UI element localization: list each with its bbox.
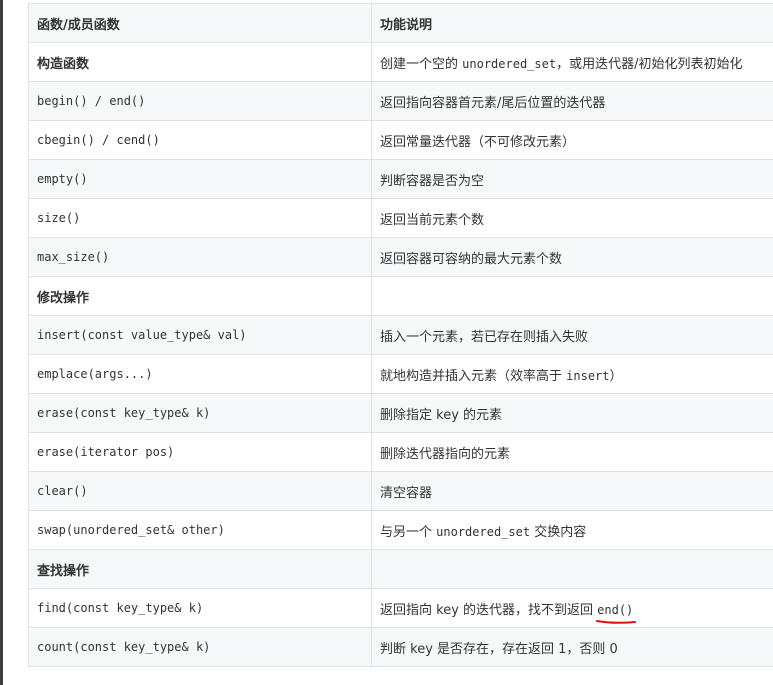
section-title: 查找操作 (28, 549, 372, 589)
description-cell (371, 276, 773, 316)
section-title: 构造函数 (28, 42, 372, 82)
description-cell: 返回常量迭代器（不可修改元素） (371, 120, 773, 160)
inline-code: end() (597, 602, 634, 617)
table-row: erase(iterator pos) 删除迭代器指向的元素 (28, 432, 773, 472)
description-text: 交换内容 (530, 524, 587, 540)
table-row: insert(const value_type& val) 插入一个元素，若已存在… (28, 315, 773, 355)
description-text: 返回指向 key 的迭代器，找不到返回 (380, 602, 598, 618)
function-cell: find(const key_type& k) (28, 588, 372, 628)
function-cell: size() (28, 198, 372, 238)
column-header-description: 功能说明 (371, 3, 773, 43)
description-text: 判断 key 是否存在，存在返回 1，否则 0 (380, 641, 618, 657)
description-cell: 删除指定 key 的元素 (371, 393, 773, 433)
description-cell: 返回当前元素个数 (371, 198, 773, 238)
function-cell: cbegin() / cend() (28, 120, 372, 160)
section-row: 构造函数 创建一个空的 unordered_set，或用迭代器/初始化列表初始化 (28, 42, 773, 82)
description-text: 返回常量迭代器（不可修改元素） (380, 134, 576, 150)
table-row: begin() / end() 返回指向容器首元素/尾后位置的迭代器 (28, 81, 773, 121)
description-cell: 与另一个 unordered_set 交换内容 (371, 510, 773, 550)
table-row: count(const key_type& k) 判断 key 是否存在，存在返回… (28, 627, 773, 667)
description-text: 插入一个元素，若已存在则插入失败 (380, 329, 589, 345)
description-text: ，或用迭代器/初始化列表初始化 (556, 56, 743, 72)
function-cell: begin() / end() (28, 81, 372, 121)
table-row: emplace(args...) 就地构造并插入元素（效率高于 insert） (28, 354, 773, 394)
column-header-function: 函数/成员函数 (28, 3, 372, 43)
description-text: 判断容器是否为空 (380, 173, 485, 189)
inline-code: unordered_set (436, 524, 531, 539)
table-body: 构造函数 创建一个空的 unordered_set，或用迭代器/初始化列表初始化 b… (28, 42, 773, 667)
table-row: clear() 清空容器 (28, 471, 773, 511)
function-cell: count(const key_type& k) (28, 627, 372, 667)
function-cell: erase(iterator pos) (28, 432, 372, 472)
description-cell: 返回指向 key 的迭代器，找不到返回 end() (371, 588, 773, 628)
description-text: 就地构造并插入元素（效率高于 (380, 368, 567, 384)
description-cell: 创建一个空的 unordered_set，或用迭代器/初始化列表初始化 (371, 42, 773, 82)
description-text: 与另一个 (380, 524, 437, 540)
description-cell: 返回指向容器首元素/尾后位置的迭代器 (371, 81, 773, 121)
section-row: 查找操作 (28, 549, 773, 589)
table-row: size() 返回当前元素个数 (28, 198, 773, 238)
description-cell (371, 549, 773, 589)
description-cell: 判断容器是否为空 (371, 159, 773, 199)
description-cell: 就地构造并插入元素（效率高于 insert） (371, 354, 773, 394)
table-row: erase(const key_type& k) 删除指定 key 的元素 (28, 393, 773, 433)
table-row: empty() 判断容器是否为空 (28, 159, 773, 199)
description-cell: 插入一个元素，若已存在则插入失败 (371, 315, 773, 355)
document-page: 函数/成员函数 功能说明 构造函数 创建一个空的 unordered_set，或用… (3, 0, 773, 685)
red-underline-annotation (596, 619, 637, 624)
section-title: 修改操作 (28, 276, 372, 316)
table-row: cbegin() / cend() 返回常量迭代器（不可修改元素） (28, 120, 773, 160)
description-cell: 判断 key 是否存在，存在返回 1，否则 0 (371, 627, 773, 667)
description-text: 返回指向容器首元素/尾后位置的迭代器 (380, 95, 606, 111)
inline-code: insert (566, 368, 610, 383)
section-row: 修改操作 (28, 276, 773, 316)
description-cell: 清空容器 (371, 471, 773, 511)
description-text: 删除指定 key 的元素 (380, 407, 503, 423)
inline-code: unordered_set (462, 56, 557, 71)
description-text: 创建一个空的 (380, 56, 463, 72)
table-row: swap(unordered_set& other) 与另一个 unordered… (28, 510, 773, 550)
description-text: 清空容器 (380, 485, 433, 501)
function-cell: swap(unordered_set& other) (28, 510, 372, 550)
description-cell: 删除迭代器指向的元素 (371, 432, 773, 472)
table-row: find(const key_type& k) 返回指向 key 的迭代器，找不到… (28, 588, 773, 628)
description-cell: 返回容器可容纳的最大元素个数 (371, 237, 773, 277)
description-text: 返回当前元素个数 (380, 212, 485, 228)
table-header-row: 函数/成员函数 功能说明 (28, 3, 773, 43)
function-cell: emplace(args...) (28, 354, 372, 394)
annotated-inline-code: end() (596, 602, 637, 624)
description-text: ） (609, 368, 623, 384)
function-cell: clear() (28, 471, 372, 511)
function-cell: insert(const value_type& val) (28, 315, 372, 355)
table-row: max_size() 返回容器可容纳的最大元素个数 (28, 237, 773, 277)
annotation-stroke (596, 619, 637, 624)
api-table: 函数/成员函数 功能说明 构造函数 创建一个空的 unordered_set，或用… (28, 3, 773, 667)
description-text: 删除迭代器指向的元素 (380, 446, 511, 462)
function-cell: max_size() (28, 237, 372, 277)
function-cell: erase(const key_type& k) (28, 393, 372, 433)
description-text: 返回容器可容纳的最大元素个数 (380, 251, 563, 267)
function-cell: empty() (28, 159, 372, 199)
